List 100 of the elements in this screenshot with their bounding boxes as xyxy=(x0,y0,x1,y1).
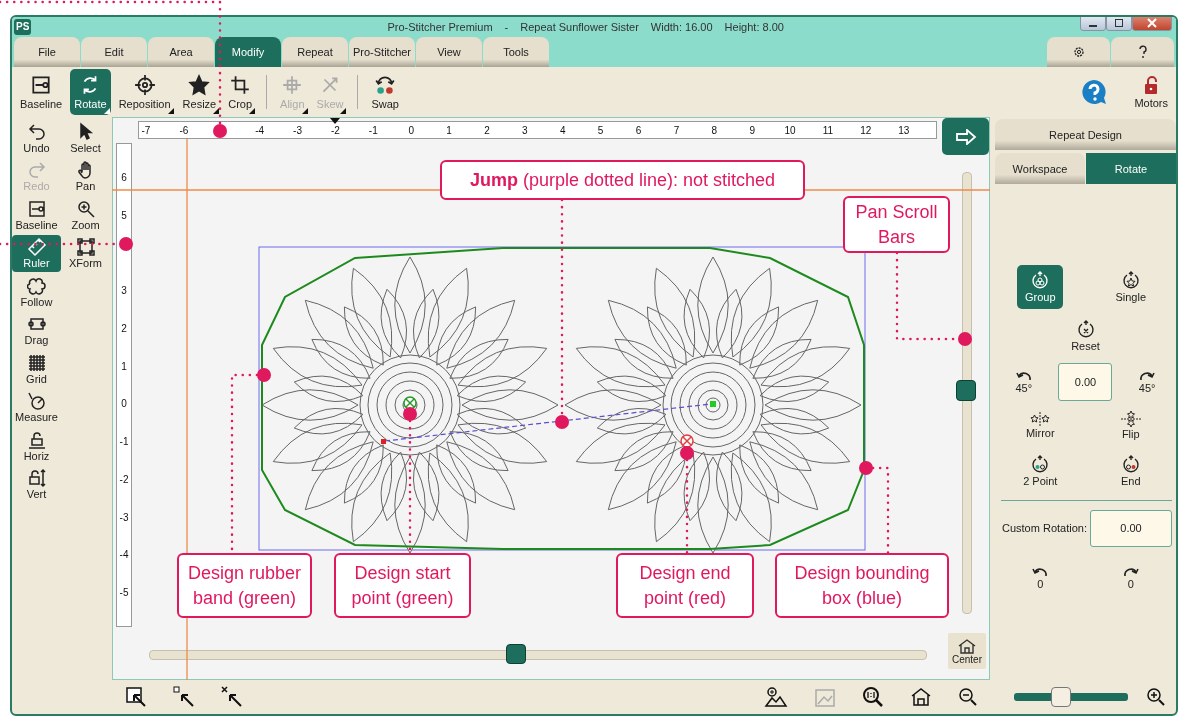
angle-field[interactable]: 0.00 xyxy=(1058,363,1113,401)
flip-button[interactable]: Flip xyxy=(1107,403,1154,447)
toolbar-button[interactable]: Rotate xyxy=(70,69,111,115)
reset-button[interactable]: Reset xyxy=(1062,314,1109,358)
mirror-icon xyxy=(1029,411,1052,427)
unlocked-padlock-icon xyxy=(1143,75,1160,95)
two-point-button[interactable]: 2 Point xyxy=(1017,449,1064,493)
repeat-design-tab[interactable]: Repeat Design xyxy=(995,119,1176,150)
tool-button[interactable]: Grid xyxy=(12,350,61,387)
tool-button[interactable]: Drag xyxy=(12,311,61,349)
zoom-out-icon[interactable] xyxy=(958,687,978,707)
tool-button[interactable]: Undo xyxy=(12,119,61,156)
stitch-point-icon xyxy=(710,401,716,407)
tool-button[interactable]: Vert xyxy=(12,465,61,503)
window-title: Width: 16.00 xyxy=(650,21,713,33)
panel-tab[interactable]: Rotate xyxy=(1086,153,1176,184)
scrollbar-thumb[interactable] xyxy=(956,380,976,401)
baseline-icon xyxy=(30,74,53,96)
toolbar-button[interactable]: Baseline xyxy=(16,69,67,115)
ruler-label: -4 xyxy=(255,124,265,136)
tool-button[interactable]: Ruler xyxy=(12,234,61,272)
menu-tab[interactable]: Modify xyxy=(215,37,281,67)
ruler-label: 13 xyxy=(898,124,910,136)
dropdown-corner-icon xyxy=(340,108,347,114)
custom-rotation-label: Custom Rotation: xyxy=(1002,522,1087,534)
nudge-left-button[interactable]: 0 xyxy=(1017,556,1064,600)
menu-tab[interactable]: Pro-Stitcher xyxy=(349,37,415,67)
menu-tab[interactable]: File xyxy=(14,37,80,67)
window-title: Height: 8.00 xyxy=(724,21,784,33)
zoom-slider[interactable] xyxy=(1014,687,1128,707)
callout-dot xyxy=(680,446,694,460)
tool-button[interactable]: Baseline xyxy=(12,196,61,233)
lock-icon xyxy=(26,468,47,488)
toolbar-button[interactable]: Reposition xyxy=(114,69,175,115)
toolbar-button[interactable]: Crop xyxy=(224,69,257,115)
tool-button[interactable]: Zoom xyxy=(61,196,110,233)
rotate-group-icon xyxy=(1030,271,1051,291)
end-button[interactable]: End xyxy=(1107,449,1154,493)
zoom-actual-size-icon[interactable] xyxy=(862,686,884,708)
ruler-label: 0 xyxy=(121,398,127,410)
ruler-label: 3 xyxy=(121,285,127,297)
rotate-right-button[interactable]: 45° xyxy=(1124,360,1171,404)
tool-button[interactable]: Horiz xyxy=(12,427,61,464)
select-point-icon[interactable] xyxy=(173,686,195,708)
star-icon xyxy=(188,74,211,96)
ruler-label: -7 xyxy=(141,124,151,136)
squiggle-icon xyxy=(26,275,47,296)
ruler-label: 5 xyxy=(597,124,604,136)
vertical-scrollbar[interactable] xyxy=(956,172,976,614)
custom-rotation-field[interactable]: 0.00 xyxy=(1090,509,1172,547)
center-button[interactable]: Center xyxy=(948,633,986,669)
minimize-button[interactable] xyxy=(1080,17,1106,31)
tape-measure-icon xyxy=(26,391,47,411)
ruler-label: -6 xyxy=(179,124,189,136)
tool-button[interactable]: Pan xyxy=(61,157,110,195)
rotate-left-button[interactable]: 45° xyxy=(1000,360,1047,404)
panel-tab[interactable]: Workspace xyxy=(995,153,1085,184)
zoom-design-icon[interactable] xyxy=(764,686,788,708)
home-icon[interactable] xyxy=(910,686,932,708)
align-icon xyxy=(281,74,304,96)
slider-thumb[interactable] xyxy=(1050,687,1071,707)
callout: Design end point (red) xyxy=(616,553,754,618)
ruler-label: -2 xyxy=(119,473,129,485)
expand-panel-button[interactable] xyxy=(942,118,989,155)
callout: Jump (purple dotted line): not stitched xyxy=(440,160,805,200)
nudge-right-button[interactable]: 0 xyxy=(1107,556,1154,600)
rotate-points-icon xyxy=(1030,455,1051,475)
ruler-label: -3 xyxy=(293,124,302,136)
callout-dot xyxy=(257,368,271,382)
counterclockwise-arrow-icon xyxy=(1031,566,1050,578)
menu-tab[interactable]: Area xyxy=(148,37,214,67)
scrollbar-thumb[interactable] xyxy=(506,644,526,664)
tool-button[interactable]: Measure xyxy=(12,388,61,426)
window-title: - xyxy=(504,21,509,33)
close-icon xyxy=(1147,17,1157,28)
zoom-icon xyxy=(75,198,96,219)
callout-dot xyxy=(859,461,873,475)
menu-tab[interactable]: Repeat xyxy=(282,37,348,67)
menu-tab[interactable]: Tools xyxy=(483,37,549,67)
motors-button[interactable]: Motors xyxy=(1130,69,1172,115)
dropdown-corner-icon xyxy=(167,108,174,114)
tool-button[interactable]: Follow xyxy=(12,273,61,310)
close-button[interactable] xyxy=(1132,17,1172,31)
end-point-marker-icon xyxy=(680,434,694,448)
rotate-star-icon xyxy=(1120,271,1141,291)
horizontal-scrollbar[interactable] xyxy=(149,644,927,664)
app-logo: PS xyxy=(14,19,32,35)
deselect-icon[interactable] xyxy=(221,686,243,708)
mirror-button[interactable]: Mirror xyxy=(1017,403,1064,447)
toolbar-button[interactable]: Resize xyxy=(178,69,221,115)
tool-button[interactable]: Select xyxy=(61,119,110,156)
rotate-mode-button[interactable]: Single xyxy=(1107,265,1154,309)
rotate-mode-button[interactable]: Group xyxy=(1017,265,1064,309)
maximize-button[interactable] xyxy=(1106,17,1132,31)
tool-button[interactable]: XForm xyxy=(61,234,110,272)
ruler-label: -1 xyxy=(119,436,129,448)
menu-tab[interactable]: Edit xyxy=(81,37,147,67)
zoom-in-icon[interactable] xyxy=(1146,687,1166,707)
menu-tab[interactable]: View xyxy=(416,37,482,67)
select-box-icon[interactable] xyxy=(125,686,147,708)
